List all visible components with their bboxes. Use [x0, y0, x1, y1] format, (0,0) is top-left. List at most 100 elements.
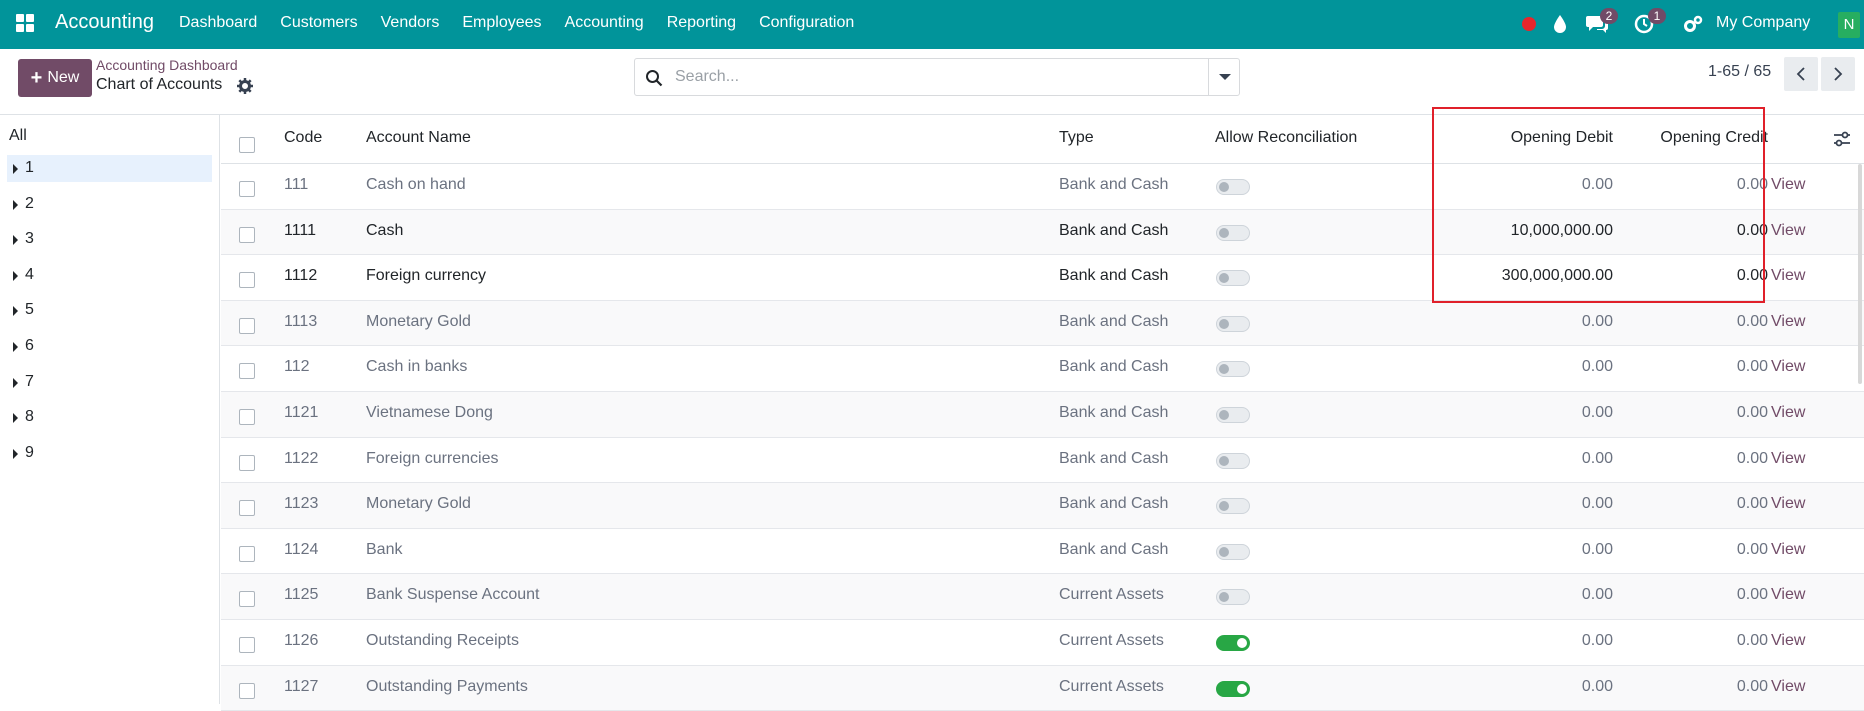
pager-next-button[interactable]: [1821, 57, 1855, 91]
table-row[interactable]: 1127 Outstanding Payments Current Assets 0.…: [221, 665, 1864, 711]
table-row[interactable]: 1121 Vietnamese Dong Bank and Cash 0.00 0.00…: [221, 392, 1864, 438]
new-button[interactable]: + New: [18, 59, 92, 97]
allow-reconciliation-toggle[interactable]: [1216, 361, 1250, 378]
cell-code: 1123: [284, 495, 319, 513]
new-button-label: New: [47, 69, 80, 86]
row-checkbox[interactable]: [239, 500, 255, 517]
allow-reconciliation-toggle[interactable]: [1216, 543, 1250, 560]
sidebar-item-7[interactable]: 7: [7, 369, 212, 396]
allow-reconciliation-toggle[interactable]: [1216, 270, 1250, 287]
breadcrumb-accounting-dashboard[interactable]: Accounting Dashboard: [96, 57, 238, 73]
allow-reconciliation-toggle[interactable]: [1216, 452, 1250, 469]
menu-customers[interactable]: Customers: [280, 14, 357, 32]
view-button[interactable]: View: [1771, 358, 1805, 376]
column-account-name[interactable]: Account Name: [366, 129, 471, 147]
menu-reporting[interactable]: Reporting: [667, 14, 736, 32]
gear-icon[interactable]: [237, 78, 253, 94]
row-checkbox[interactable]: [239, 454, 255, 471]
view-button[interactable]: View: [1771, 586, 1805, 604]
sidebar-item-8[interactable]: 8: [7, 404, 212, 431]
table-row[interactable]: 112 Cash in banks Bank and Cash 0.00 0.00 Vie…: [221, 346, 1864, 392]
table-row[interactable]: 1113 Monetary Gold Bank and Cash 0.00 0.00 Vi…: [221, 300, 1864, 347]
cell-type: Current Assets: [1059, 677, 1164, 695]
allow-reconciliation-toggle[interactable]: [1216, 407, 1250, 423]
column-type[interactable]: Type: [1059, 129, 1094, 147]
table-row[interactable]: 1122 Foreign currencies Bank and Cash 0.00 0…: [221, 438, 1864, 484]
table-row[interactable]: 1123 Monetary Gold Bank and Cash 0.00 0.00 Vi…: [221, 483, 1864, 529]
search-input[interactable]: [675, 65, 1195, 89]
drop-icon[interactable]: [1553, 14, 1567, 34]
row-checkbox[interactable]: [239, 363, 255, 380]
caret-right-icon: [13, 342, 18, 352]
page-title: Chart of Accounts: [96, 76, 223, 93]
recording-dot-icon[interactable]: [1522, 17, 1536, 31]
row-checkbox[interactable]: [239, 409, 255, 425]
apps-menu-icon[interactable]: [16, 14, 34, 32]
sidebar-item-2[interactable]: 2: [7, 191, 212, 218]
view-button[interactable]: View: [1771, 450, 1805, 468]
menu-employees[interactable]: Employees: [462, 14, 541, 32]
cell-type: Bank and Cash: [1059, 404, 1169, 421]
table-row[interactable]: 1111 Cash Bank and Cash 10,000,000.00 0.00 Vi…: [221, 209, 1864, 256]
row-checkbox[interactable]: [239, 637, 255, 653]
select-all-checkbox[interactable]: [239, 137, 255, 153]
allow-reconciliation-toggle[interactable]: [1216, 680, 1250, 697]
column-code[interactable]: Code: [284, 129, 322, 147]
cell-code: 1124: [284, 540, 319, 558]
row-checkbox[interactable]: [239, 181, 255, 197]
sidebar-item-1[interactable]: 1: [7, 155, 212, 182]
view-button[interactable]: View: [1771, 678, 1805, 696]
cell-opening-credit: 0.00: [1736, 176, 1768, 193]
row-checkbox[interactable]: [239, 545, 255, 562]
pager-previous-button[interactable]: [1784, 57, 1818, 91]
table-row[interactable]: 1125 Bank Suspense Account Current Assets 0…: [221, 574, 1864, 620]
column-opening-debit[interactable]: Opening Debit: [1461, 129, 1613, 147]
row-checkbox[interactable]: [239, 272, 255, 289]
column-allow-reconciliation[interactable]: Allow Reconciliation: [1215, 129, 1357, 147]
allow-reconciliation-toggle[interactable]: [1216, 179, 1250, 195]
app-name[interactable]: Accounting: [55, 11, 154, 34]
row-checkbox[interactable]: [239, 317, 255, 334]
view-button[interactable]: View: [1771, 404, 1805, 422]
table-row[interactable]: 1112 Foreign currency Bank and Cash 300,000…: [221, 255, 1864, 301]
vertical-scrollbar[interactable]: [1858, 164, 1862, 384]
user-avatar[interactable]: N: [1838, 12, 1860, 38]
view-button[interactable]: View: [1771, 176, 1805, 194]
menu-accounting[interactable]: Accounting: [565, 14, 644, 32]
sidebar-item-6[interactable]: 6: [7, 333, 212, 360]
sidebar-item-label: 3: [25, 230, 34, 248]
company-switcher[interactable]: My Company: [1716, 14, 1810, 32]
allow-reconciliation-toggle[interactable]: [1216, 315, 1250, 332]
table-row[interactable]: 111 Cash on hand Bank and Cash 0.00 0.00 View: [221, 164, 1864, 210]
sidebar-item-9[interactable]: 9: [7, 440, 212, 467]
view-button[interactable]: View: [1771, 495, 1805, 513]
view-button[interactable]: View: [1771, 313, 1805, 331]
sidebar-item-5[interactable]: 5: [7, 297, 212, 324]
view-button[interactable]: View: [1771, 632, 1805, 650]
cell-account-name: Bank Suspense Account: [366, 586, 540, 604]
column-opening-credit[interactable]: Opening Credit: [1616, 129, 1768, 147]
table-row[interactable]: 1124 Bank Bank and Cash 0.00 0.00 View: [221, 529, 1864, 575]
row-checkbox[interactable]: [239, 591, 255, 608]
sidebar-item-3[interactable]: 3: [7, 226, 212, 253]
view-button[interactable]: View: [1771, 541, 1805, 559]
allow-reconciliation-toggle[interactable]: [1216, 224, 1250, 241]
gears-icon[interactable]: [1683, 15, 1703, 33]
allow-reconciliation-toggle[interactable]: [1216, 635, 1250, 651]
search-options-toggle[interactable]: [1208, 59, 1239, 95]
row-checkbox[interactable]: [239, 226, 255, 243]
menu-dashboard[interactable]: Dashboard: [179, 14, 257, 32]
allow-reconciliation-toggle[interactable]: [1216, 589, 1250, 606]
sidebar-item-all[interactable]: All: [9, 127, 27, 145]
allow-reconciliation-toggle[interactable]: [1216, 498, 1250, 515]
table-row[interactable]: 1126 Outstanding Receipts Current Assets 0.…: [221, 620, 1864, 666]
view-button[interactable]: View: [1771, 267, 1805, 285]
row-checkbox[interactable]: [239, 682, 255, 699]
caret-right-icon: [13, 448, 18, 459]
sidebar-item-4[interactable]: 4: [7, 262, 212, 289]
pager-value[interactable]: 1-65 / 65: [1708, 63, 1771, 81]
view-button[interactable]: View: [1771, 222, 1805, 240]
menu-vendors[interactable]: Vendors: [381, 14, 440, 32]
optional-columns-icon[interactable]: [1832, 130, 1852, 148]
menu-configuration[interactable]: Configuration: [759, 14, 854, 32]
